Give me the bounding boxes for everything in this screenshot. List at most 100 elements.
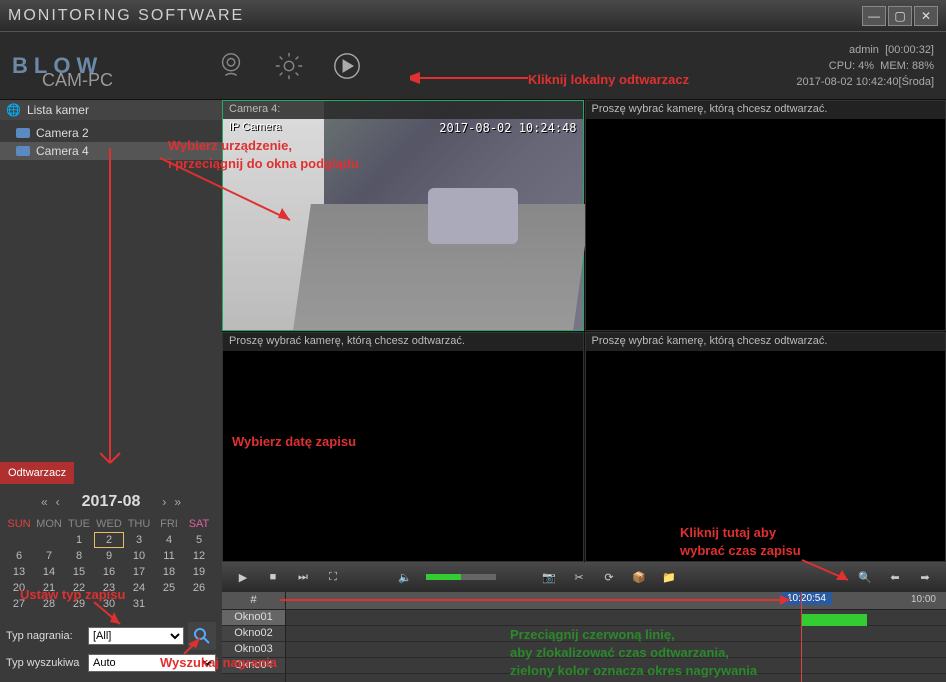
timeline-tick: 10:00 <box>911 594 936 605</box>
timeline-playhead[interactable] <box>801 592 802 682</box>
calendar-day[interactable]: 5 <box>184 532 214 548</box>
calendar-day[interactable]: 3 <box>124 532 154 548</box>
cut-button[interactable]: ✂ <box>570 568 588 586</box>
pane-placeholder: Proszę wybrać kamerę, którą chcesz odtwa… <box>586 333 946 351</box>
calendar-day[interactable]: 26 <box>184 580 214 596</box>
status-block: admin [00:00:32] CPU: 4% MEM: 88% 2017-0… <box>796 42 934 90</box>
calendar-month: 2017-08 <box>82 493 141 511</box>
timeline-ruler: 10:20:54 10:00 <box>286 592 946 610</box>
video-pane-4[interactable]: Proszę wybrać kamerę, którą chcesz odtwa… <box>585 332 946 563</box>
calendar-day[interactable]: 7 <box>34 548 64 564</box>
calendar-prev-month[interactable]: ‹ <box>56 495 60 509</box>
calendar-prev-year[interactable]: « <box>41 495 48 509</box>
timeline-recording-segment[interactable] <box>801 614 867 626</box>
calendar-day[interactable]: 1 <box>64 532 94 548</box>
search-button[interactable] <box>188 622 216 650</box>
timeline-channel-list: # Okno01 Okno02 Okno03 Okno04 <box>222 592 286 682</box>
mute-button[interactable]: 🔈 <box>396 568 414 586</box>
timeline-track[interactable]: 10:20:54 10:00 <box>286 592 946 682</box>
calendar-next-year[interactable]: » <box>174 495 181 509</box>
video-pane-1[interactable]: Camera 4: IP Camera 2017-08-02 10:24:48 <box>222 100 584 331</box>
timeline-marker-label: 10:20:54 <box>781 592 832 605</box>
calendar-day[interactable]: 4 <box>154 532 184 548</box>
cpu-value: 4% <box>858 60 874 72</box>
maximize-button[interactable]: ▢ <box>888 6 912 26</box>
camera-icon <box>16 146 30 156</box>
calendar-day[interactable]: 22 <box>64 580 94 596</box>
calendar-day[interactable]: 9 <box>94 548 124 564</box>
calendar-day[interactable]: 11 <box>154 548 184 564</box>
tab-playback[interactable]: Odtwarzacz <box>0 462 74 484</box>
calendar-day[interactable]: 14 <box>34 564 64 580</box>
play-button[interactable]: ▶ <box>234 568 252 586</box>
timeline-row-label[interactable]: Okno03 <box>222 642 285 658</box>
settings-icon[interactable] <box>271 48 307 84</box>
calendar-day[interactable]: 2 <box>94 532 124 548</box>
camera-label: Camera 4 <box>36 144 89 158</box>
calendar-day[interactable]: 6 <box>4 548 34 564</box>
calendar-day[interactable]: 30 <box>94 596 124 612</box>
calendar-dow: WED <box>94 516 124 532</box>
video-pane-2[interactable]: Proszę wybrać kamerę, którą chcesz odtwa… <box>585 100 946 331</box>
calendar-day[interactable]: 29 <box>64 596 94 612</box>
video-pane-3[interactable]: Proszę wybrać kamerę, którą chcesz odtwa… <box>222 332 584 563</box>
live-view-icon[interactable] <box>213 48 249 84</box>
playback-controls: ▶ ■ ⏭ ⛶ 🔈 📷 ✂ ⟳ 📦 📁 🔍 ⬅ ➡ <box>222 562 946 592</box>
calendar-day[interactable]: 24 <box>124 580 154 596</box>
camera-list: Camera 2 Camera 4 <box>0 120 222 164</box>
calendar-day[interactable]: 16 <box>94 564 124 580</box>
mem-value: 88% <box>912 60 934 72</box>
camera-list-header: 🌐 Lista kamer <box>0 100 222 120</box>
calendar-day <box>184 596 214 612</box>
calendar-day[interactable]: 10 <box>124 548 154 564</box>
globe-icon: 🌐 <box>6 103 21 117</box>
header: BLOW CAM-PC admin [00:00:32] CPU: 4% MEM… <box>0 32 946 100</box>
calendar-day[interactable]: 18 <box>154 564 184 580</box>
timeline: # Okno01 Okno02 Okno03 Okno04 10:20:54 1… <box>222 592 946 682</box>
calendar-day[interactable]: 8 <box>64 548 94 564</box>
calendar-day[interactable]: 13 <box>4 564 34 580</box>
recording-type-select[interactable]: [All] <box>88 627 184 645</box>
calendar-day[interactable]: 21 <box>34 580 64 596</box>
calendar-dow: SAT <box>184 516 214 532</box>
calendar-next-month[interactable]: › <box>162 495 166 509</box>
calendar: « ‹ 2017-08 › » SUNMONTUEWEDTHUFRISAT123… <box>0 484 222 616</box>
timeline-back-button[interactable]: ⬅ <box>886 568 904 586</box>
calendar-day[interactable]: 31 <box>124 596 154 612</box>
timeline-row-label[interactable]: Okno04 <box>222 658 285 674</box>
calendar-nav: « ‹ 2017-08 › » <box>4 488 218 516</box>
calendar-day[interactable]: 15 <box>64 564 94 580</box>
timeline-row-label[interactable]: Okno01 <box>222 610 285 626</box>
export-button[interactable]: 📦 <box>630 568 648 586</box>
camera-item[interactable]: Camera 4 <box>0 142 222 160</box>
close-button[interactable]: ✕ <box>914 6 938 26</box>
calendar-day[interactable]: 25 <box>154 580 184 596</box>
playback-icon[interactable] <box>329 48 365 84</box>
snapshot-button[interactable]: 📷 <box>540 568 558 586</box>
calendar-day[interactable]: 27 <box>4 596 34 612</box>
timeline-forward-button[interactable]: ➡ <box>916 568 934 586</box>
fullscreen-button[interactable]: ⛶ <box>324 568 342 586</box>
pane-placeholder: Proszę wybrać kamerę, którą chcesz odtwa… <box>223 333 583 351</box>
zoom-button[interactable]: 🔍 <box>856 568 874 586</box>
calendar-day[interactable]: 17 <box>124 564 154 580</box>
minimize-button[interactable]: — <box>862 6 886 26</box>
next-frame-button[interactable]: ⏭ <box>294 568 312 586</box>
volume-slider[interactable] <box>426 574 496 580</box>
search-type-select[interactable]: Auto <box>88 654 216 672</box>
video-feed <box>223 101 583 330</box>
calendar-day[interactable]: 12 <box>184 548 214 564</box>
sidebar: 🌐 Lista kamer Camera 2 Camera 4 Odtwarza… <box>0 100 222 682</box>
folder-button[interactable]: 📁 <box>660 568 678 586</box>
timeline-row-label[interactable]: Okno02 <box>222 626 285 642</box>
cpu-label: CPU: <box>829 60 855 72</box>
calendar-day[interactable]: 28 <box>34 596 64 612</box>
view-area: Camera 4: IP Camera 2017-08-02 10:24:48 … <box>222 100 946 682</box>
calendar-day[interactable]: 23 <box>94 580 124 596</box>
calendar-day[interactable]: 20 <box>4 580 34 596</box>
camera-icon <box>16 128 30 138</box>
stop-button[interactable]: ■ <box>264 568 282 586</box>
sync-button[interactable]: ⟳ <box>600 568 618 586</box>
camera-item[interactable]: Camera 2 <box>0 124 222 142</box>
calendar-day[interactable]: 19 <box>184 564 214 580</box>
